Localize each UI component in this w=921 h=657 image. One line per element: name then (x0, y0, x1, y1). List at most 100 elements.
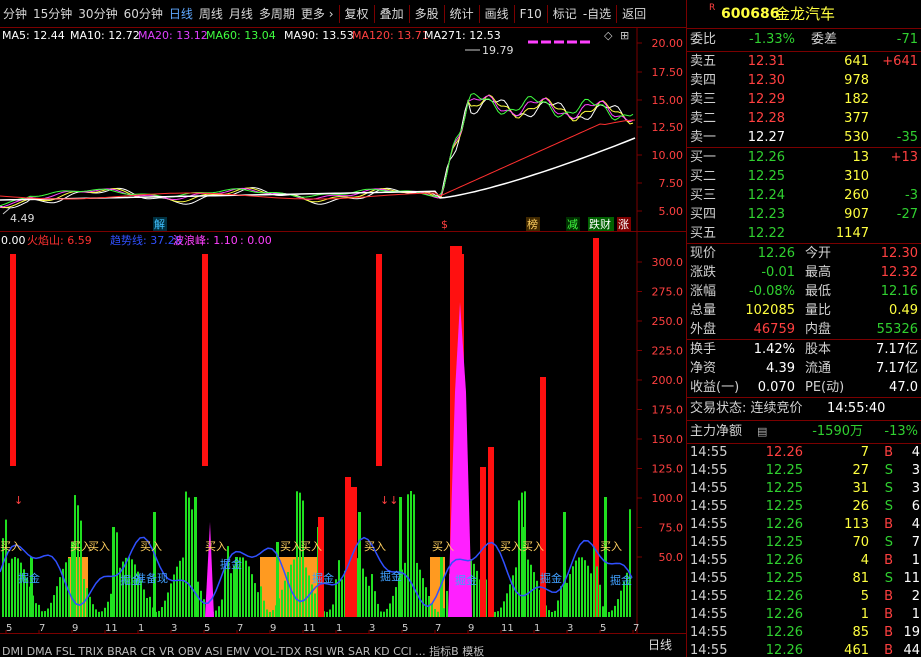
indicator-tabs-bar: 日线 DMI DMA FSL TRIX BRAR CR VR OBV ASI E… (0, 633, 686, 657)
quote-row: 外盘 46759 内盘 55326 (690, 322, 918, 337)
indicator-tabs[interactable]: DMI DMA FSL TRIX BRAR CR VR OBV ASI EMV … (2, 646, 638, 657)
expand-icon[interactable]: ⊞ (620, 29, 629, 42)
book-row[interactable]: 买三 12.24 260 -3 (687, 186, 921, 205)
quote-panel: R 600686 金龙汽车 委比 -1.33% 委差 -71 卖五 12.31 64… (686, 0, 921, 657)
diamond-icon[interactable]: ◇ (604, 29, 613, 42)
period-1min[interactable]: 分钟 (0, 5, 30, 22)
ma-legend-item: MA120: 13.71 (352, 29, 429, 42)
indicator-legend: 0.00 火焰山: 6.59 趋势线: 37.28波浪峰: 1.10: 0.00 (1, 233, 272, 247)
buy-signal-label: 买入 (522, 540, 544, 553)
date-tick: 3 (567, 623, 573, 633)
book-row[interactable]: 卖一 12.27 530 -35 (687, 128, 921, 147)
period-daily[interactable]: 日线 (166, 5, 196, 22)
period-more[interactable]: 更多 › (298, 5, 337, 22)
book-row[interactable]: 买五 12.22 1147 (687, 224, 921, 243)
book-row[interactable]: 买四 12.23 907 -27 (687, 205, 921, 224)
list-icon[interactable]: ▤ (757, 421, 767, 443)
quote-row: 涨幅 -0.08% 最低 12.16 (690, 284, 918, 299)
book-row[interactable]: 卖二 12.28 377 (687, 109, 921, 128)
date-tick: 7 (435, 623, 441, 633)
tool-back[interactable]: 返回 (619, 5, 649, 22)
indicator-axis-label: 150.0 (652, 433, 684, 446)
tool-draw-line[interactable]: 画线 (482, 5, 512, 22)
ask-book: 卖五 12.31 641 +641 卖四 12.30 978 卖三 12.29 182 卖二 12.2… (687, 52, 921, 147)
toolbar-divider (338, 4, 340, 23)
main-flow-row[interactable]: 主力净额 ▤ -1590万 -13% (687, 421, 921, 443)
book-row[interactable]: 卖四 12.30 978 (687, 71, 921, 90)
fundamental-row: 收益(一) 0.070 PE(动) 47.0 (690, 380, 918, 395)
period-15min[interactable]: 15分钟 (30, 5, 75, 22)
buy-signal-label: 买入 (140, 540, 162, 553)
book-row[interactable]: 卖五 12.31 641 +641 (687, 52, 921, 71)
date-tick: 11 (105, 623, 118, 633)
date-tick: 1 (534, 623, 540, 633)
date-tick: 5 (6, 623, 12, 633)
quote-row: 涨跌 -0.01 最高 12.32 (690, 265, 918, 280)
bottom-period-label[interactable]: 日线 (648, 636, 672, 653)
tool-mark[interactable]: 标记 (550, 5, 580, 22)
period-multi[interactable]: 多周期 (256, 5, 298, 22)
indicator-chart[interactable]: 0.00 火焰山: 6.59 趋势线: 37.28波浪峰: 1.10: 0.00 3… (0, 232, 686, 633)
bid-book: 买一 12.26 13 +13 买二 12.25 310 买三 12.24 260 -3 买四 12.2… (687, 148, 921, 243)
buy-signal-label: 买入 (300, 540, 322, 553)
event-marker[interactable]: 榜 (527, 217, 538, 231)
trade-status-row: 交易状态: 连续竞价 14:55:40 (690, 401, 886, 416)
event-marker[interactable]: 解 (154, 217, 165, 231)
mine-signal-label: 掘金 (610, 573, 632, 587)
price-axis-label: 10.00 (652, 149, 684, 162)
ma-legend-item: MA10: 12.72 (70, 29, 140, 42)
book-row[interactable]: 卖三 12.29 182 (687, 90, 921, 109)
mine-signal-label: 掘金 (312, 571, 334, 585)
indicator-legend-item: 趋势线: 37.28 (110, 233, 182, 247)
indicator-axis-label: 75.0 (659, 522, 684, 535)
date-tick: 9 (468, 623, 474, 633)
tool-statistics[interactable]: 统计 (447, 5, 477, 22)
tool-remove-watchlist[interactable]: -自选 (580, 5, 614, 22)
period-30min[interactable]: 30分钟 (75, 5, 120, 22)
period-weekly[interactable]: 周线 (196, 5, 226, 22)
date-tick: 5 (600, 623, 606, 633)
period-60min[interactable]: 60分钟 (121, 5, 166, 22)
date-tick: 7 (633, 623, 639, 633)
svg-text:19.79: 19.79 (482, 44, 514, 57)
indicator-axis-label: 275.0 (652, 286, 684, 299)
indicator-legend-item: 0.00 (1, 234, 26, 247)
event-marker[interactable]: $ (441, 218, 448, 231)
tick-list[interactable]: 14:55 12.26 7 B 4 14:55 12.25 27 S 3 14:55 12.25 31 S… (687, 444, 921, 657)
book-row[interactable]: 买二 12.25 310 (687, 167, 921, 186)
mine-signal-label: 掘金 (380, 569, 402, 583)
order-ratio-row: 委比 -1.33% 委差 -71 (690, 32, 918, 47)
fundamental-row: 净资 4.39 流通 7.17亿 (690, 361, 918, 376)
indicator-axis-label: 125.0 (652, 463, 684, 476)
tick-row: 14:55 12.26 4 B 1 (690, 553, 920, 568)
ma-legend-item: MA271: 12.53 (424, 29, 501, 42)
toolbar-divider (616, 4, 618, 23)
event-marker[interactable]: 涨 (618, 218, 629, 231)
date-tick: 5 (204, 623, 210, 633)
event-marker[interactable]: 减 (567, 218, 578, 231)
date-tick: 3 (171, 623, 177, 633)
book-row[interactable]: 买一 12.26 13 +13 (687, 148, 921, 167)
period-monthly[interactable]: 月线 (226, 5, 256, 22)
svg-text:4.49: 4.49 (10, 212, 35, 225)
toolbar-divider (408, 4, 410, 23)
tool-f10[interactable]: F10 (517, 7, 545, 21)
indicator-legend-item: 火焰山: 6.59 (27, 233, 92, 247)
sell-arrow: ↓↓ (380, 494, 398, 507)
tool-multi-stock[interactable]: 多股 (412, 5, 442, 22)
ma-legend: MA5: 12.44 MA10: 12.72MA20: 13.12MA60: 13… (2, 29, 501, 42)
quote-row: 总量 102085 量比 0.49 (690, 303, 918, 318)
tick-row: 14:55 12.26 5 B 2 (690, 589, 920, 604)
price-axis-label: 12.50 (652, 121, 684, 134)
tick-row: 14:55 12.25 26 S 6 (690, 499, 920, 514)
tick-row: 14:55 12.25 70 S 7 (690, 535, 920, 550)
tool-restore-rights[interactable]: 复权 (342, 5, 372, 22)
mine-signal-label: 掘金 (18, 571, 40, 585)
date-tick: 7 (39, 623, 45, 633)
stock-flag: R (709, 3, 716, 13)
event-marker[interactable]: 跌财 (589, 217, 611, 231)
mine-signal-label: 掘金 (540, 571, 562, 585)
tool-overlay[interactable]: 叠加 (377, 5, 407, 22)
date-tick: 1 (138, 623, 144, 633)
price-chart[interactable]: MA5: 12.44 MA10: 12.72MA20: 13.12MA60: 13… (0, 28, 686, 232)
